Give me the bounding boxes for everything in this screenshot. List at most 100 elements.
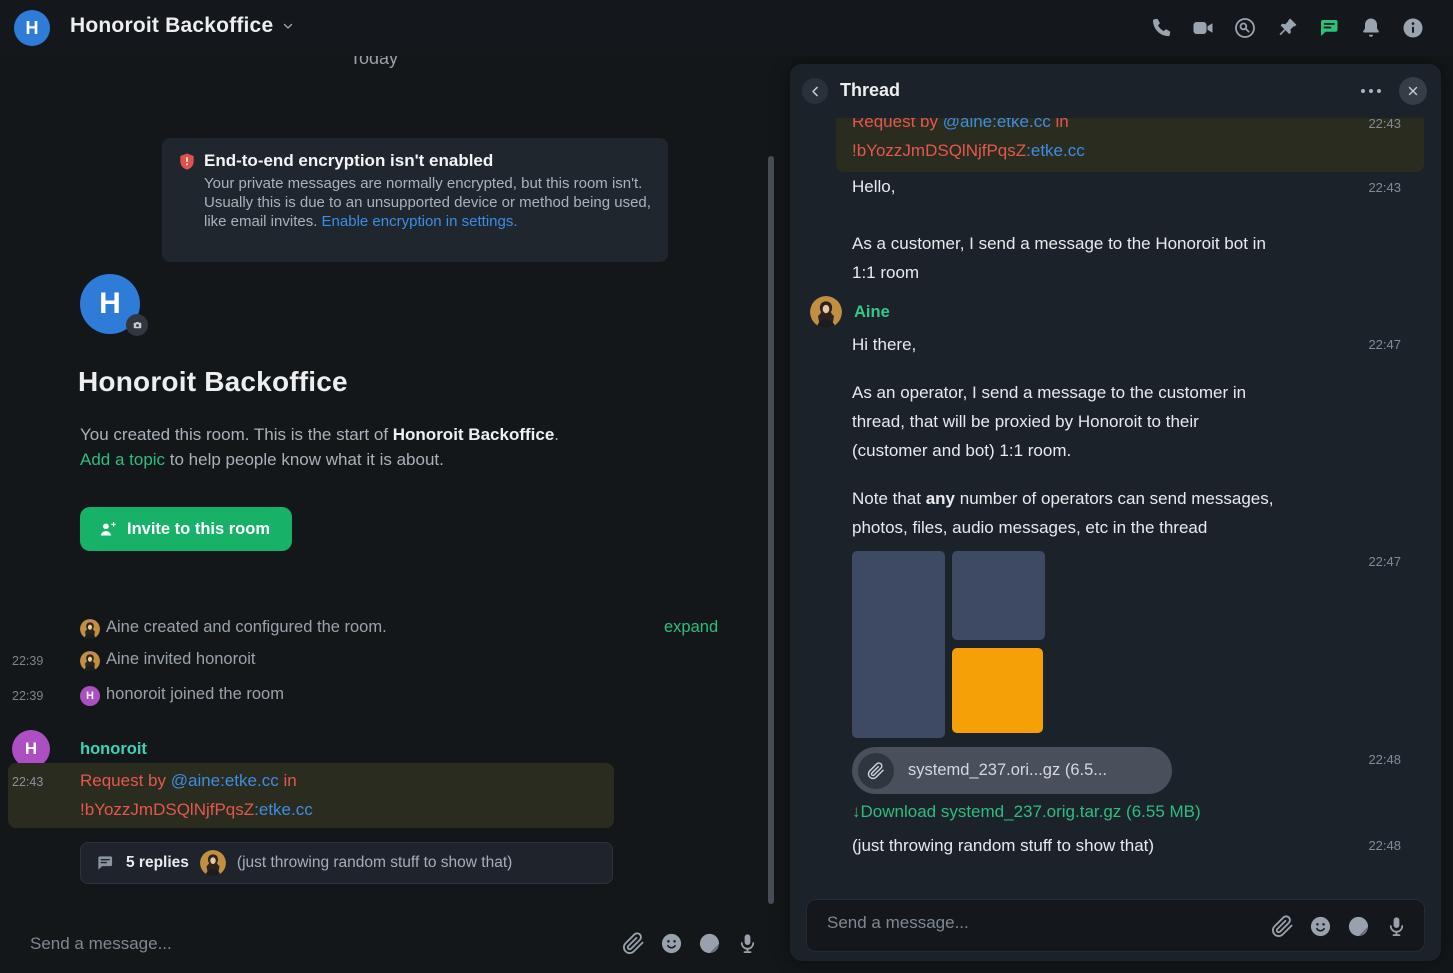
honoroit-avatar-small[interactable]: H: [80, 686, 100, 706]
room-info-icon[interactable]: [1401, 16, 1425, 40]
room-avatar-letter: H: [26, 18, 39, 39]
encryption-notice-body: Your private messages are normally encry…: [204, 174, 652, 231]
thread-message: Hello,: [852, 177, 895, 197]
event-timestamp: 22:39: [12, 689, 43, 703]
message-text: Request by: [80, 771, 171, 790]
voice-message-icon[interactable]: [1385, 915, 1408, 938]
search-icon[interactable]: [1233, 16, 1257, 40]
room-id-link[interactable]: :etke.cc: [1026, 141, 1085, 160]
voice-call-icon[interactable]: [1149, 16, 1173, 40]
timestamp: 22:48: [1368, 752, 1401, 767]
message-line-2: !bYozzJmDSQlNjfPqsZ:etke.cc: [80, 800, 313, 820]
timeline-scrollbar[interactable]: [768, 156, 774, 904]
aine-avatar: [200, 850, 226, 876]
thread-message-line: As an operator, I send a message to the …: [852, 383, 1246, 403]
intro-topic-text: to help people know what it is about.: [165, 450, 444, 469]
timestamp: 22:47: [1368, 337, 1401, 352]
invite-button-label: Invite to this room: [127, 520, 270, 539]
event-row-created: Aine created and configured the room. ex…: [0, 618, 740, 642]
room-avatar-small[interactable]: H: [14, 10, 50, 46]
image-panel-orange: [952, 648, 1043, 733]
room-intro-paragraph: You created this room. This is the start…: [80, 422, 559, 472]
voice-message-icon[interactable]: [736, 932, 759, 955]
room-id-link[interactable]: :etke.cc: [254, 800, 313, 819]
encryption-notice-title: End-to-end encryption isn't enabled: [204, 151, 646, 171]
room-intro-title: Honoroit Backoffice: [78, 366, 348, 398]
pinned-messages-icon[interactable]: [1275, 16, 1299, 40]
thread-message-line: Note that any number of operators can se…: [852, 489, 1273, 509]
reply-count: 5 replies: [126, 854, 189, 872]
header-actions: [1149, 0, 1425, 56]
image-panel-left: [852, 551, 945, 738]
sender-name[interactable]: honoroit: [80, 740, 147, 759]
thread-summary[interactable]: 5 replies (just throwing random stuff to…: [80, 842, 613, 884]
event-text: Aine created and configured the room.: [106, 618, 387, 637]
thread-message: (just throwing random stuff to show that…: [852, 836, 1154, 856]
message-input[interactable]: [30, 930, 590, 958]
timestamp: 22:47: [1368, 554, 1401, 569]
message-line-1: Request by @aine:etke.cc in: [80, 771, 297, 791]
thread-panel: Request by @aine:etke.cc in 22:43 !bYozz…: [790, 64, 1441, 961]
download-link[interactable]: ↓Download systemd_237.orig.tar.gz (6.55 …: [852, 802, 1201, 822]
invite-button[interactable]: Invite to this room: [80, 507, 292, 551]
back-icon[interactable]: [802, 78, 828, 104]
room-name-menu[interactable]: Honoroit Backoffice: [70, 14, 295, 38]
thread-preview-text: (just throwing random stuff to show that…: [237, 854, 512, 872]
more-options-icon[interactable]: [1359, 83, 1383, 99]
room-avatar-letter: H: [99, 287, 121, 321]
image-attachment[interactable]: [852, 551, 1045, 738]
close-icon[interactable]: [1399, 77, 1427, 105]
event-row-invited: 22:39 Aine invited honoroit: [0, 650, 740, 674]
room-id-text: !bYozzJmDSQlNjfPqsZ: [852, 141, 1026, 160]
event-timestamp: 22:39: [12, 654, 43, 668]
attach-file-icon[interactable]: [1271, 915, 1294, 938]
shield-warning-icon: [177, 152, 197, 172]
add-topic-link[interactable]: Add a topic: [80, 450, 165, 469]
intro-room-name-bold: Honoroit Backoffice: [393, 425, 555, 444]
paperclip-icon: [858, 753, 894, 789]
composer-actions: [622, 932, 759, 955]
enable-encryption-link[interactable]: Enable encryption in settings.: [322, 213, 518, 230]
encryption-notice: End-to-end encryption isn't enabled Your…: [162, 138, 668, 262]
timestamp: 22:43: [1368, 180, 1401, 195]
app-root: Today H Honoroit Backoffice: [0, 0, 1453, 973]
aine-avatar[interactable]: [80, 651, 100, 671]
event-text: Aine invited honoroit: [106, 650, 256, 669]
message-text-bold: any: [926, 489, 955, 508]
file-attachment[interactable]: systemd_237.ori...gz (6.5...: [852, 747, 1172, 794]
thread-composer-actions: [1271, 915, 1408, 938]
thread-message-line: thread, that will be proxied by Honoroit…: [852, 412, 1199, 432]
thread-panel-title: Thread: [840, 80, 900, 101]
user-mention-pill[interactable]: @aine:etke.cc: [171, 771, 279, 790]
aine-avatar[interactable]: [810, 296, 842, 328]
thread-message-line: As a customer, I send a message to the H…: [852, 234, 1266, 254]
thread-message-line: 1:1 room: [852, 263, 919, 283]
message-timestamp: 22:43: [12, 775, 43, 789]
sender-name[interactable]: Aine: [854, 303, 890, 322]
thread-bubble-icon: [95, 853, 115, 873]
file-name: systemd_237.ori...gz (6.5...: [908, 761, 1107, 780]
video-call-icon[interactable]: [1191, 16, 1215, 40]
threads-icon[interactable]: [1317, 16, 1341, 40]
emoji-icon[interactable]: [660, 932, 683, 955]
sticker-icon[interactable]: [698, 932, 721, 955]
room-header: H Honoroit Backoffice: [0, 0, 1453, 56]
message-text: Note that: [852, 489, 926, 508]
room-name: Honoroit Backoffice: [70, 14, 273, 38]
thread-message-line: (customer and bot) 1:1 room.: [852, 441, 1071, 461]
thread-message-input[interactable]: [827, 913, 1247, 933]
emoji-icon[interactable]: [1309, 915, 1332, 938]
sticker-icon[interactable]: [1347, 915, 1370, 938]
message-text: number of operators can send messages,: [955, 489, 1273, 508]
attach-file-icon[interactable]: [622, 932, 645, 955]
camera-icon[interactable]: [126, 314, 148, 336]
timestamp: 22:43: [1368, 116, 1401, 131]
invite-person-icon: [98, 520, 117, 539]
notifications-icon[interactable]: [1359, 16, 1383, 40]
thread-composer: [806, 899, 1425, 952]
message-text: in: [279, 771, 297, 790]
thread-message-line: photos, files, audio messages, etc in th…: [852, 518, 1207, 538]
event-row-joined: 22:39 H honoroit joined the room: [0, 685, 740, 709]
expand-link[interactable]: expand: [664, 618, 718, 637]
aine-avatar[interactable]: [80, 619, 100, 639]
